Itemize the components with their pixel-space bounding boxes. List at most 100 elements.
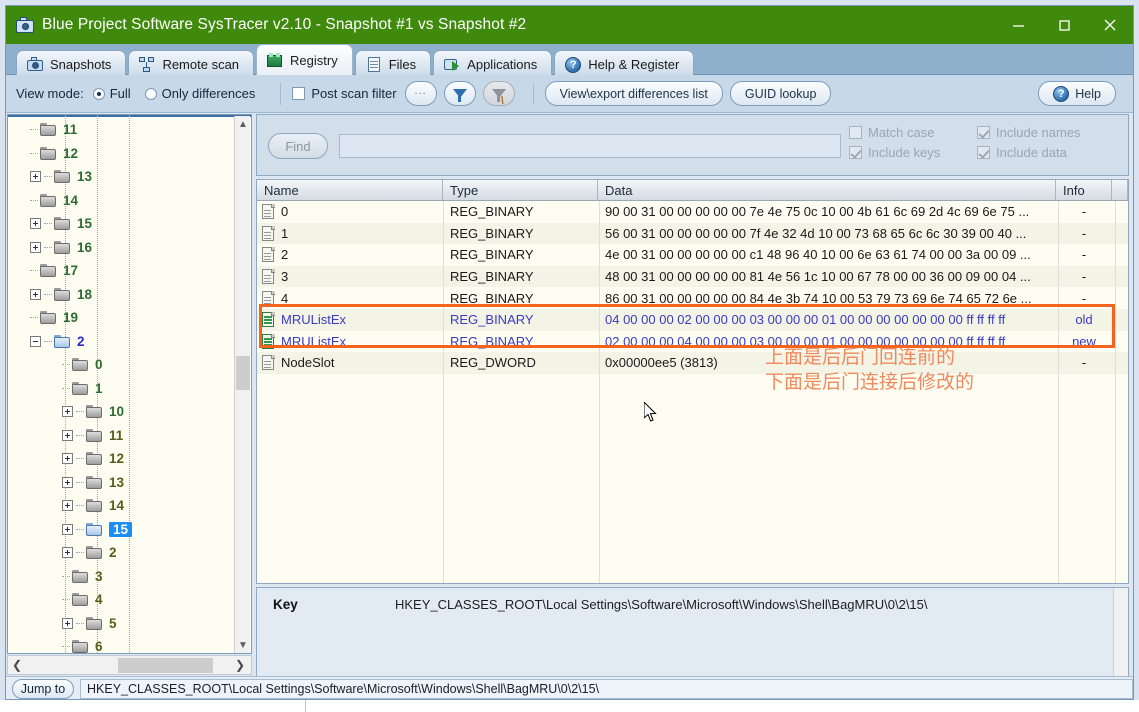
expand-icon[interactable] — [62, 547, 73, 559]
tab-snapshots[interactable]: Snapshots — [16, 50, 127, 78]
table-row[interactable]: 2 REG_BINARY 4e 00 31 00 00 00 00 00 c1 48… — [257, 244, 1128, 266]
column-header-info[interactable]: Info — [1056, 180, 1112, 200]
tree-item-1[interactable]: 1 — [8, 377, 236, 401]
close-icon[interactable] — [1087, 6, 1133, 44]
registry-values-list[interactable]: Name Type Data Info 0 REG_BINARY 90 00 31 … — [256, 179, 1129, 584]
tab-files[interactable]: Files — [354, 50, 432, 78]
tree-item-18[interactable]: 18 — [8, 283, 236, 307]
tab-label: Files — [388, 57, 417, 72]
scroll-left-icon[interactable]: ❮ — [8, 658, 26, 672]
folder-icon — [86, 452, 103, 466]
folder-icon — [54, 287, 71, 301]
tree-item-4[interactable]: 4 — [8, 588, 236, 612]
expand-icon[interactable] — [62, 476, 73, 488]
tree-item-6[interactable]: 6 — [8, 635, 236, 653]
expand-icon[interactable] — [30, 218, 41, 230]
cell-info: old — [1075, 312, 1093, 328]
cell-data: 4e 00 31 00 00 00 00 00 c1 48 96 40 10 0… — [605, 247, 1031, 263]
expand-icon[interactable] — [62, 406, 73, 418]
maximize-icon[interactable] — [1041, 6, 1087, 44]
tree-item-12[interactable]: 12 — [8, 447, 236, 471]
tree-item-2[interactable]: 2 — [8, 330, 236, 354]
match-case-checkbox[interactable]: Match case — [849, 125, 977, 140]
column-header-type[interactable]: Type — [443, 180, 598, 200]
tree-item-2[interactable]: 2 — [8, 541, 236, 565]
tree-item-12[interactable]: 12 — [8, 142, 236, 166]
filter-funnel-icon — [452, 89, 467, 102]
tree-connector — [76, 411, 84, 413]
include-keys-checkbox[interactable]: Include keys — [849, 145, 977, 160]
tree-item-label: 13 — [109, 474, 125, 490]
help-icon: ? — [565, 56, 582, 73]
table-row[interactable]: MRUListEx REG_BINARY 02 00 00 00 04 00 00 … — [257, 331, 1128, 353]
grid-line — [443, 201, 444, 583]
tab-remote-scan[interactable]: Remote scan — [128, 50, 255, 78]
expand-icon[interactable] — [30, 241, 41, 253]
expand-icon[interactable] — [30, 288, 41, 300]
apply-filter-button[interactable] — [443, 81, 476, 106]
tab-registry[interactable]: Registry — [256, 44, 353, 75]
table-row[interactable]: 1 REG_BINARY 56 00 31 00 00 00 00 00 7f 4e… — [257, 222, 1128, 245]
tree-item-11[interactable]: 11 — [8, 118, 236, 142]
scroll-down-icon[interactable]: ▼ — [235, 637, 251, 653]
tree-item-11[interactable]: 11 — [8, 424, 236, 448]
clear-filter-button[interactable]: \ — [482, 81, 515, 107]
minimize-icon[interactable] — [995, 6, 1041, 44]
tree-item-10[interactable]: 10 — [8, 400, 236, 424]
table-row[interactable]: 0 REG_BINARY 90 00 31 00 00 00 00 00 7e 4e… — [257, 201, 1128, 223]
tree-item-13[interactable]: 13 — [8, 165, 236, 189]
tree-connector — [76, 434, 84, 436]
guid-lookup-button[interactable]: GUID lookup — [729, 81, 832, 106]
tree-item-14[interactable]: 14 — [8, 189, 236, 213]
tree-item-16[interactable]: 16 — [8, 236, 236, 260]
tree-vertical-scrollbar[interactable]: ▲ ▼ — [234, 116, 251, 653]
tab-help-register[interactable]: ? Help & Register — [554, 50, 695, 78]
registry-tree[interactable]: 1112131415161718192011011121314152345678… — [7, 114, 252, 654]
tree-horizontal-scrollbar[interactable]: ❮ ❯ — [7, 655, 252, 675]
tree-item-3[interactable]: 3 — [8, 565, 236, 589]
tree-item-label: 0 — [95, 357, 103, 373]
tree-item-15[interactable]: 15 — [8, 518, 236, 542]
column-header-name[interactable]: Name — [257, 180, 443, 200]
find-input[interactable] — [339, 134, 841, 158]
table-row[interactable]: MRUListEx REG_BINARY 04 00 00 00 02 00 00 … — [257, 308, 1128, 331]
scrollbar-thumb[interactable] — [118, 658, 213, 673]
jump-to-button[interactable]: Jump to — [12, 678, 74, 699]
checkbox-label: Match case — [868, 125, 935, 140]
expand-icon[interactable] — [62, 523, 73, 535]
jump-to-path-input[interactable]: HKEY_CLASSES_ROOT\Local Settings\Softwar… — [80, 678, 1133, 699]
tree-connector — [62, 364, 70, 366]
tree-item-14[interactable]: 14 — [8, 494, 236, 518]
column-header-data[interactable]: Data — [598, 180, 1056, 200]
radio-only-differences[interactable]: Only differences — [144, 86, 255, 101]
scroll-right-icon[interactable]: ❯ — [231, 658, 249, 672]
registry-icon — [267, 52, 283, 68]
table-row[interactable]: 4 REG_BINARY 86 00 31 00 00 00 00 00 84 4e… — [257, 287, 1128, 309]
post-scan-filter-checkbox[interactable]: Post scan filter — [292, 86, 397, 101]
tab-applications[interactable]: Applications — [433, 50, 553, 78]
help-button[interactable]: ? Help — [1038, 81, 1116, 106]
table-row[interactable]: NodeSlot REG_DWORD 0x00000ee5 (3813) - — [257, 352, 1128, 374]
expand-icon[interactable] — [62, 453, 73, 465]
tree-item-15[interactable]: 15 — [8, 212, 236, 236]
tree-item-17[interactable]: 17 — [8, 259, 236, 283]
tree-item-0[interactable]: 0 — [8, 353, 236, 377]
filter-options-button[interactable]: ... — [404, 81, 437, 106]
radio-full[interactable]: Full — [92, 86, 131, 101]
expand-icon[interactable] — [62, 500, 73, 512]
expand-icon[interactable] — [62, 429, 73, 441]
view-export-differences-button[interactable]: View\export differences list — [544, 81, 723, 106]
scrollbar-thumb[interactable] — [236, 356, 250, 390]
table-row[interactable]: 3 REG_BINARY 48 00 31 00 00 00 00 00 81 4e… — [257, 265, 1128, 288]
collapse-icon[interactable] — [30, 335, 41, 347]
scroll-up-icon[interactable]: ▲ — [235, 116, 251, 133]
main-body: 1112131415161718192011011121314152345678… — [6, 113, 1133, 699]
expand-icon[interactable] — [62, 617, 73, 629]
include-names-checkbox[interactable]: Include names — [977, 125, 1105, 140]
tree-item-13[interactable]: 13 — [8, 471, 236, 495]
include-data-checkbox[interactable]: Include data — [977, 145, 1105, 160]
tree-item-19[interactable]: 19 — [8, 306, 236, 330]
expand-icon[interactable] — [30, 171, 41, 183]
find-button[interactable]: Find — [268, 133, 328, 159]
tree-item-5[interactable]: 5 — [8, 612, 236, 636]
